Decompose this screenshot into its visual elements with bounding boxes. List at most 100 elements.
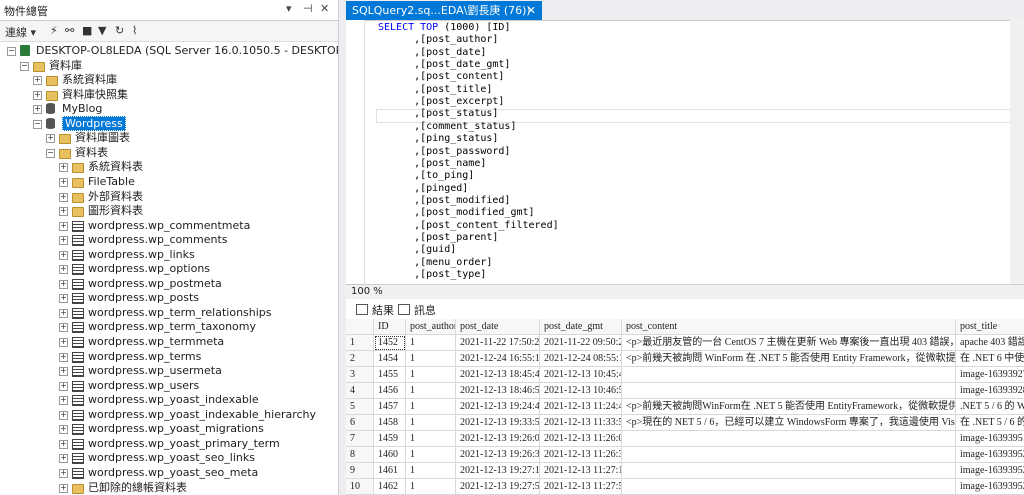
grid-cell[interactable]: image-163939517 [956,431,1024,447]
row-number[interactable]: 6 [346,415,374,431]
tree-node[interactable]: − Wordpress [0,115,338,131]
tree-node[interactable]: + wordpress.wp_links [0,248,338,262]
tree-node[interactable]: + wordpress.wp_posts [0,291,338,305]
grid-cell[interactable]: 1 [406,463,456,479]
expand-icon[interactable]: + [59,468,68,478]
expand-icon[interactable]: + [59,250,68,260]
grid-cell[interactable]: 1 [406,479,456,495]
grid-cell[interactable]: <p>最近朋友管的一台 CentOS 7 主機在更新 Web 專案後一直出現 4… [622,335,956,351]
grid-cell[interactable]: 1462 [374,479,406,495]
collapse-icon[interactable]: − [7,47,16,56]
tree-node[interactable]: + wordpress.wp_yoast_indexable_hierarchy [0,408,338,422]
grid-cell[interactable]: image-163939520 [956,463,1024,479]
tree-node[interactable]: + wordpress.wp_yoast_primary_term [0,437,338,451]
tree-node[interactable]: − 資料庫 [0,59,338,73]
tree-node[interactable]: + 資料庫圖表 [0,131,338,145]
grid-cell[interactable]: 2021-12-24 08:55:10 [540,351,622,367]
expand-icon[interactable]: + [33,90,42,100]
column-header[interactable]: post_date [456,319,540,335]
tree-node[interactable]: + wordpress.wp_usermeta [0,364,338,378]
grid-cell[interactable]: 2021-12-13 19:26:33 [456,447,540,463]
tree-node[interactable]: + 已卸除的總帳資料表 [0,481,338,495]
connect-button[interactable]: 連線 ▾ [5,24,36,40]
row-number[interactable]: 3 [346,367,374,383]
grid-cell[interactable]: .NET 5 / 6 的 Wi [956,399,1024,415]
tree-node[interactable]: + wordpress.wp_options [0,262,338,276]
grid-cell[interactable] [622,431,956,447]
tree-node[interactable]: + wordpress.wp_term_relationships [0,306,338,320]
column-header[interactable]: post_content [622,319,956,335]
expand-icon[interactable]: + [46,134,55,144]
grid-cell[interactable]: image-163939282 [956,383,1024,399]
row-number[interactable]: 4 [346,383,374,399]
grid-cell[interactable]: 2021-11-22 09:50:25 [540,335,622,351]
zoom-level-select[interactable]: 100 % [351,286,383,297]
expand-icon[interactable]: + [59,265,68,275]
grid-cell[interactable]: 2021-12-13 11:24:47 [540,399,622,415]
row-number[interactable]: 10 [346,479,374,495]
grid-cell[interactable]: 1 [406,351,456,367]
grid-cell[interactable]: 1 [406,431,456,447]
expand-icon[interactable]: + [59,192,68,202]
expand-icon[interactable]: + [59,367,68,377]
grid-cell[interactable]: 1454 [374,351,406,367]
grid-cell[interactable]: 2021-12-13 10:45:42 [540,367,622,383]
tree-node[interactable]: + wordpress.wp_postmeta [0,277,338,291]
expand-icon[interactable]: + [59,279,68,289]
tree-node[interactable]: + wordpress.wp_yoast_migrations [0,422,338,436]
filter-icon[interactable]: ▼ [98,24,106,37]
expand-icon[interactable]: + [59,454,68,464]
grid-cell[interactable] [622,447,956,463]
grid-cell[interactable]: 1456 [374,383,406,399]
grid-cell[interactable]: 1457 [374,399,406,415]
grid-cell[interactable]: 1 [406,367,456,383]
query-editor-tab[interactable]: SQLQuery2.sq...EDA\劉長庚 (76)) ✕ [346,1,542,20]
tree-node[interactable]: + 系統資料表 [0,160,338,174]
expand-icon[interactable]: + [59,352,68,362]
grid-cell[interactable]: image-163939520 [956,479,1024,495]
editor-vertical-scrollbar[interactable] [1010,20,1024,284]
row-number[interactable]: 7 [346,431,374,447]
collapse-icon[interactable]: − [33,119,42,129]
grid-cell[interactable]: 2021-12-13 18:46:56 [456,383,540,399]
tree-node[interactable]: + wordpress.wp_commentmeta [0,219,338,233]
row-number[interactable]: 2 [346,351,374,367]
grid-cell[interactable]: 2021-12-13 19:26:02 [456,431,540,447]
expand-icon[interactable]: + [59,236,68,246]
refresh-icon[interactable]: ↻ [115,24,124,37]
grid-cell[interactable]: 1455 [374,367,406,383]
row-number[interactable]: 8 [346,447,374,463]
tree-node[interactable]: + wordpress.wp_comments [0,233,338,247]
tree-node[interactable]: + wordpress.wp_yoast_seo_links [0,451,338,465]
tree-node[interactable]: + 圖形資料表 [0,204,338,218]
column-header[interactable]: post_date_gmt [540,319,622,335]
column-header[interactable]: post_title [956,319,1024,335]
close-tab-icon[interactable]: ✕ [527,1,536,20]
grid-cell[interactable]: 1 [406,399,456,415]
grid-cell[interactable]: 2021-12-13 19:27:55 [456,479,540,495]
column-header[interactable]: post_author [406,319,456,335]
grid-cell[interactable]: <p>現在的 NET 5 / 6，已經可以建立 WindowsForm 專案了，… [622,415,956,431]
grid-cell[interactable]: 1 [406,383,456,399]
grid-cell[interactable]: 2021-12-13 11:33:59 [540,415,622,431]
grid-cell[interactable]: image-163939520 [956,447,1024,463]
expand-icon[interactable]: + [59,483,68,493]
grid-cell[interactable]: 1459 [374,431,406,447]
grid-cell[interactable]: 2021-12-13 19:33:59 [456,415,540,431]
tree-node[interactable]: + wordpress.wp_yoast_seo_meta [0,466,338,480]
tree-node[interactable]: − DESKTOP-OL8LEDA (SQL Server 16.0.1050.5… [0,44,338,58]
expand-icon[interactable]: + [59,163,68,173]
grid-cell[interactable]: apache 403 錯誤 [956,335,1024,351]
collapse-icon[interactable]: − [46,148,55,158]
tree-node[interactable]: + wordpress.wp_users [0,379,338,393]
tree-node[interactable]: + 系統資料庫 [0,73,338,87]
grid-cell[interactable]: 2021-12-13 19:27:14 [456,463,540,479]
tree-node[interactable]: + wordpress.wp_termmeta [0,335,338,349]
column-header[interactable]: ID [374,319,406,335]
grid-cell[interactable]: 2021-12-13 18:45:42 [456,367,540,383]
expand-icon[interactable]: + [59,177,68,187]
row-number[interactable]: 5 [346,399,374,415]
pin-icon[interactable]: ⊣ [303,2,313,15]
grid-cell[interactable]: 2021-12-13 11:26:02 [540,431,622,447]
grid-cell[interactable]: image-163939275 [956,367,1024,383]
